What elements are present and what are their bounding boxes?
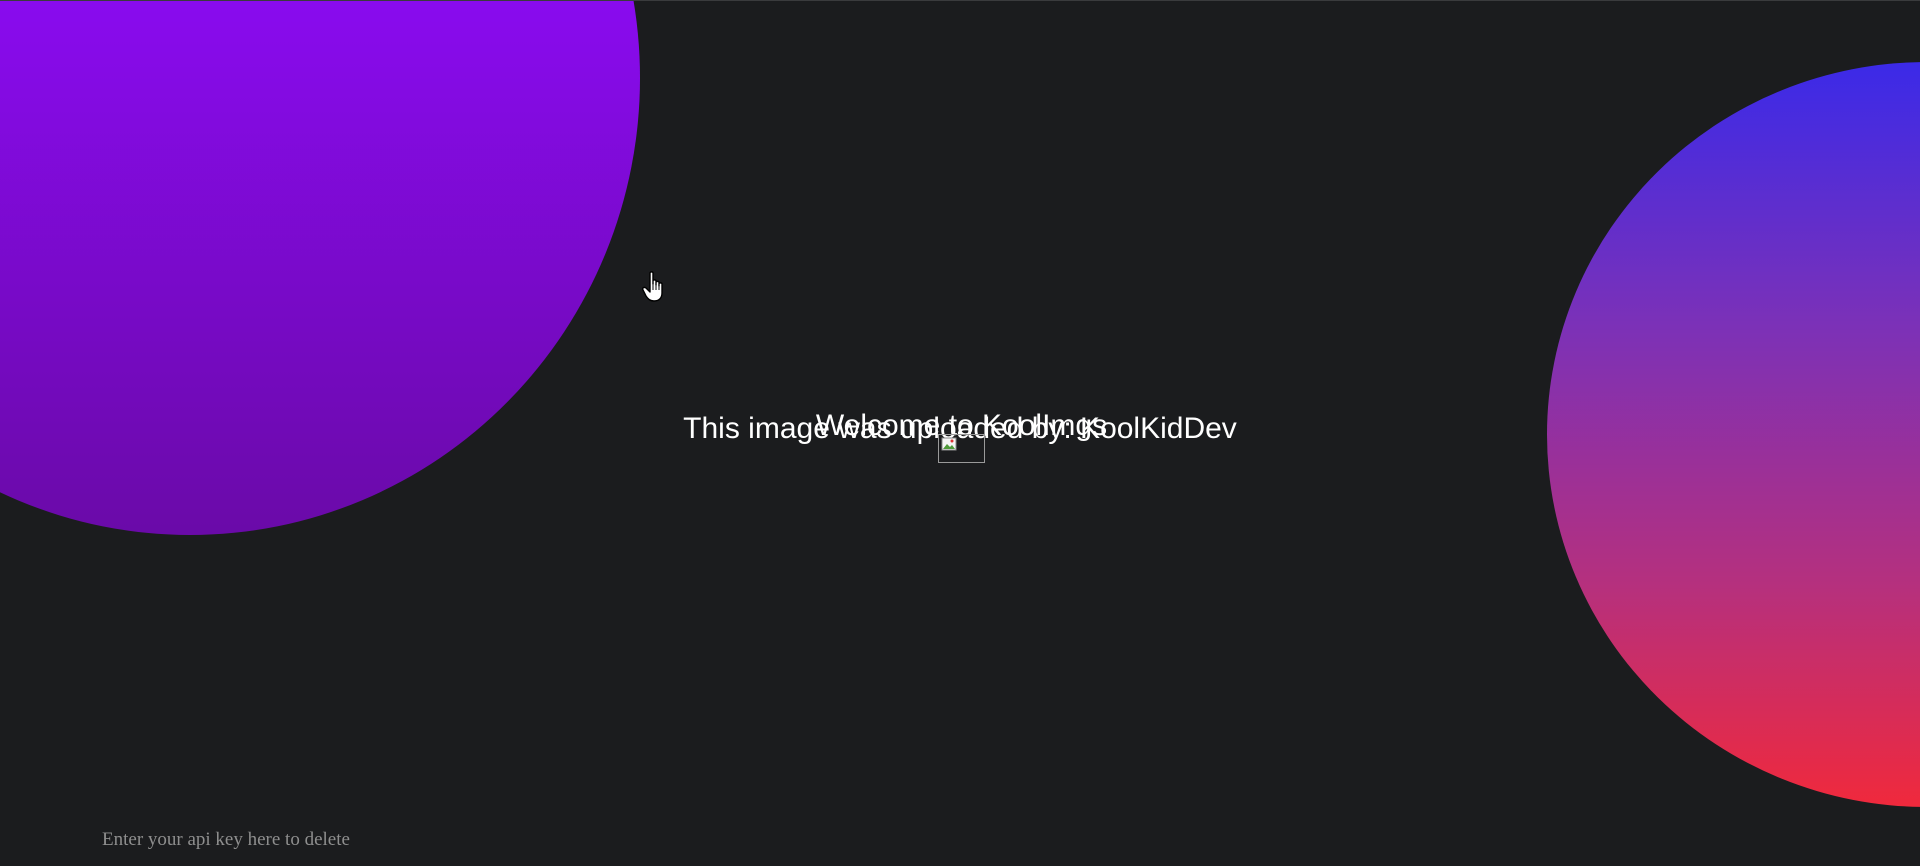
decorative-purple-circle: [0, 1, 640, 535]
uploaded-image: [938, 434, 985, 463]
broken-image-icon: [941, 437, 957, 451]
page: Welcome to KoolImgs This image was uploa…: [0, 0, 1920, 866]
api-key-input[interactable]: [98, 826, 526, 854]
hand-pointer-icon: [642, 271, 663, 302]
